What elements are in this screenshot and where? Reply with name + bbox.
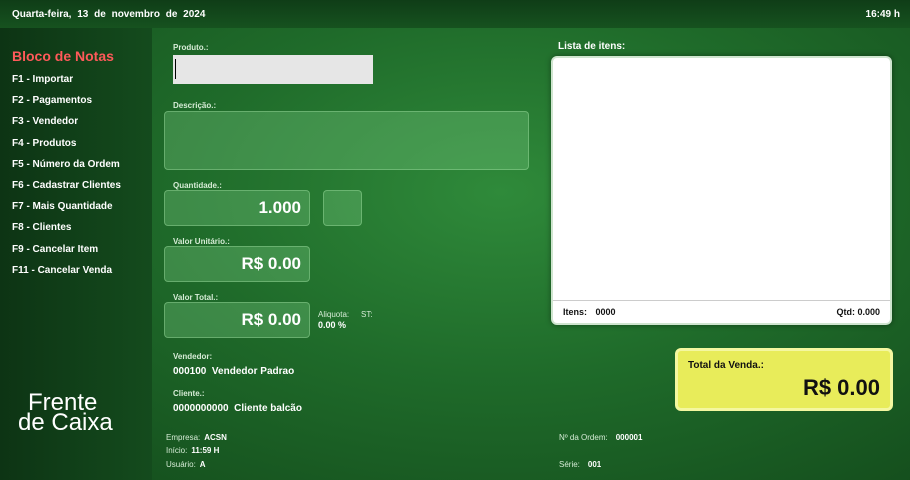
menu-item-produtos[interactable]: F4 - Produtos (12, 137, 121, 158)
produto-input[interactable] (173, 55, 373, 84)
total-venda-label: Total da Venda.: (688, 360, 764, 371)
inicio-info: Início: 11:59 H (166, 446, 219, 455)
lista-itens-title: Lista de itens: (558, 41, 626, 52)
menu-item-clientes[interactable]: F8 - Clientes (12, 221, 121, 242)
descricao-label: Descrição.: (173, 101, 217, 110)
descricao-field[interactable] (164, 111, 529, 170)
aliquota-label: Aliquota: (318, 310, 350, 319)
empresa-label: Empresa: (166, 433, 201, 442)
valor-unitario-field[interactable]: R$ 0.00 (164, 246, 310, 282)
quantidade-value: 1.000 (258, 198, 301, 217)
ordem-label: Nº da Ordem: (559, 433, 608, 442)
valor-unitario-label: Valor Unitário.: (173, 237, 230, 246)
valor-total-value: R$ 0.00 (241, 310, 301, 329)
sidebar: Bloco de Notas F1 - Importar F2 - Pagame… (0, 28, 152, 480)
aliquota-value: 0.00 % (318, 320, 347, 330)
menu-item-cadastrar-clientes[interactable]: F6 - Cadastrar Clientes (12, 179, 121, 200)
current-date: Quarta-feira, 13 de novembro de 2024 (12, 9, 206, 20)
vendedor-value: 000100 Vendedor Padrao (173, 366, 295, 377)
empresa-value: ACSN (204, 433, 227, 442)
serie-info: Série: 001 (559, 460, 601, 469)
inicio-value: 11:59 H (191, 446, 220, 455)
qtd-total: Qtd: 0.000 (836, 307, 880, 317)
items-list-footer: Itens: 0000 Qtd: 0.000 (553, 300, 890, 323)
items-list[interactable]: Itens: 0000 Qtd: 0.000 (551, 56, 892, 325)
logo-line-2: de Caixa (18, 409, 113, 436)
total-venda-value: R$ 0.00 (802, 375, 880, 400)
sidebar-title[interactable]: Bloco de Notas (12, 48, 114, 64)
cliente-label: Cliente.: (173, 389, 205, 398)
qtd-label: Qtd: (836, 307, 855, 317)
itens-value: 0000 (595, 307, 616, 317)
st-label: ST: (361, 310, 373, 319)
quantidade-field[interactable]: 1.000 (164, 190, 310, 226)
ordem-info: Nº da Ordem: 000001 (559, 433, 642, 442)
produto-label: Produto.: (173, 43, 209, 52)
itens-count: Itens: 0000 (563, 307, 616, 317)
qtd-value: 0.000 (857, 307, 880, 317)
ordem-value: 000001 (615, 433, 643, 442)
menu-item-cancelar-item[interactable]: F9 - Cancelar Item (12, 243, 121, 264)
menu-item-cancelar-venda[interactable]: F11 - Cancelar Venda (12, 264, 121, 285)
cliente-value: 0000000000 Cliente balcão (173, 403, 302, 414)
valor-unitario-value: R$ 0.00 (241, 254, 301, 273)
menu-item-importar[interactable]: F1 - Importar (12, 73, 121, 94)
menu-item-pagamentos[interactable]: F2 - Pagamentos (12, 94, 121, 115)
menu-item-vendedor[interactable]: F3 - Vendedor (12, 115, 121, 136)
valor-total-label: Valor Total.: (173, 293, 219, 302)
inicio-label: Início: (166, 446, 188, 455)
quantidade-extra-field[interactable] (323, 190, 362, 226)
usuario-value: A (199, 460, 206, 469)
vendedor-label: Vendedor: (173, 352, 213, 361)
valor-total-field[interactable]: R$ 0.00 (164, 302, 310, 338)
text-cursor (175, 59, 176, 79)
shortcut-menu: F1 - Importar F2 - Pagamentos F3 - Vende… (12, 73, 121, 285)
menu-item-mais-quantidade[interactable]: F7 - Mais Quantidade (12, 200, 121, 221)
quantidade-label: Quantidade.: (173, 181, 222, 190)
top-bar: Quarta-feira, 13 de novembro de 2024 16:… (0, 0, 910, 28)
current-time: 16:49 h (865, 9, 900, 20)
usuario-label: Usuário: (166, 460, 196, 469)
total-venda-panel: Total da Venda.: R$ 0.00 (675, 348, 893, 411)
serie-label: Série: (559, 460, 580, 469)
app-logo: Frente de Caixa (18, 390, 138, 460)
itens-label: Itens: (563, 307, 588, 317)
serie-value: 001 (587, 460, 602, 469)
usuario-info: Usuário: A (166, 460, 206, 469)
menu-item-numero-ordem[interactable]: F5 - Número da Ordem (12, 158, 121, 179)
empresa-info: Empresa: ACSN (166, 433, 227, 442)
